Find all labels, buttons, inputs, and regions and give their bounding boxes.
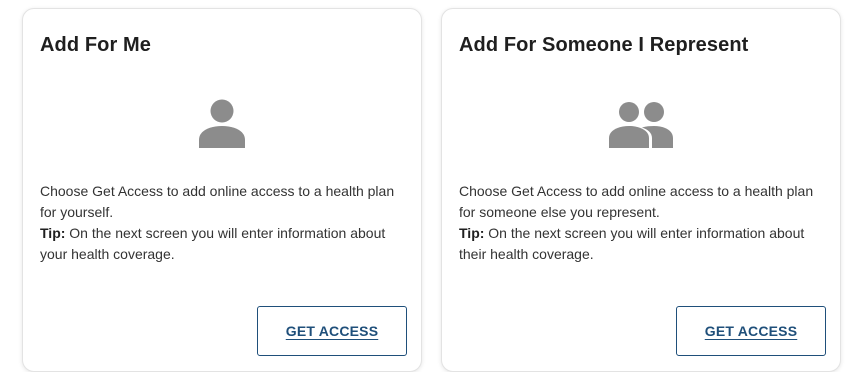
card-description: Choose Get Access to add online access t… — [40, 183, 395, 262]
people-icon — [609, 102, 673, 148]
get-access-button[interactable]: GET ACCESS — [676, 306, 826, 356]
tip-label: Tip: — [40, 225, 66, 241]
add-for-someone-card: Add For Someone I Represent Choose Get A… — [441, 8, 841, 372]
access-options: Add For Me Choose Get Access to add onli… — [0, 0, 850, 372]
tip-label: Tip: — [459, 225, 485, 241]
get-access-button[interactable]: GET ACCESS — [257, 306, 407, 356]
person-icon — [199, 99, 245, 148]
card-description: Choose Get Access to add online access t… — [459, 183, 814, 262]
card-title: Add For Someone I Represent — [459, 34, 749, 56]
card-title: Add For Me — [40, 34, 151, 56]
add-for-me-card: Add For Me Choose Get Access to add onli… — [22, 8, 422, 372]
